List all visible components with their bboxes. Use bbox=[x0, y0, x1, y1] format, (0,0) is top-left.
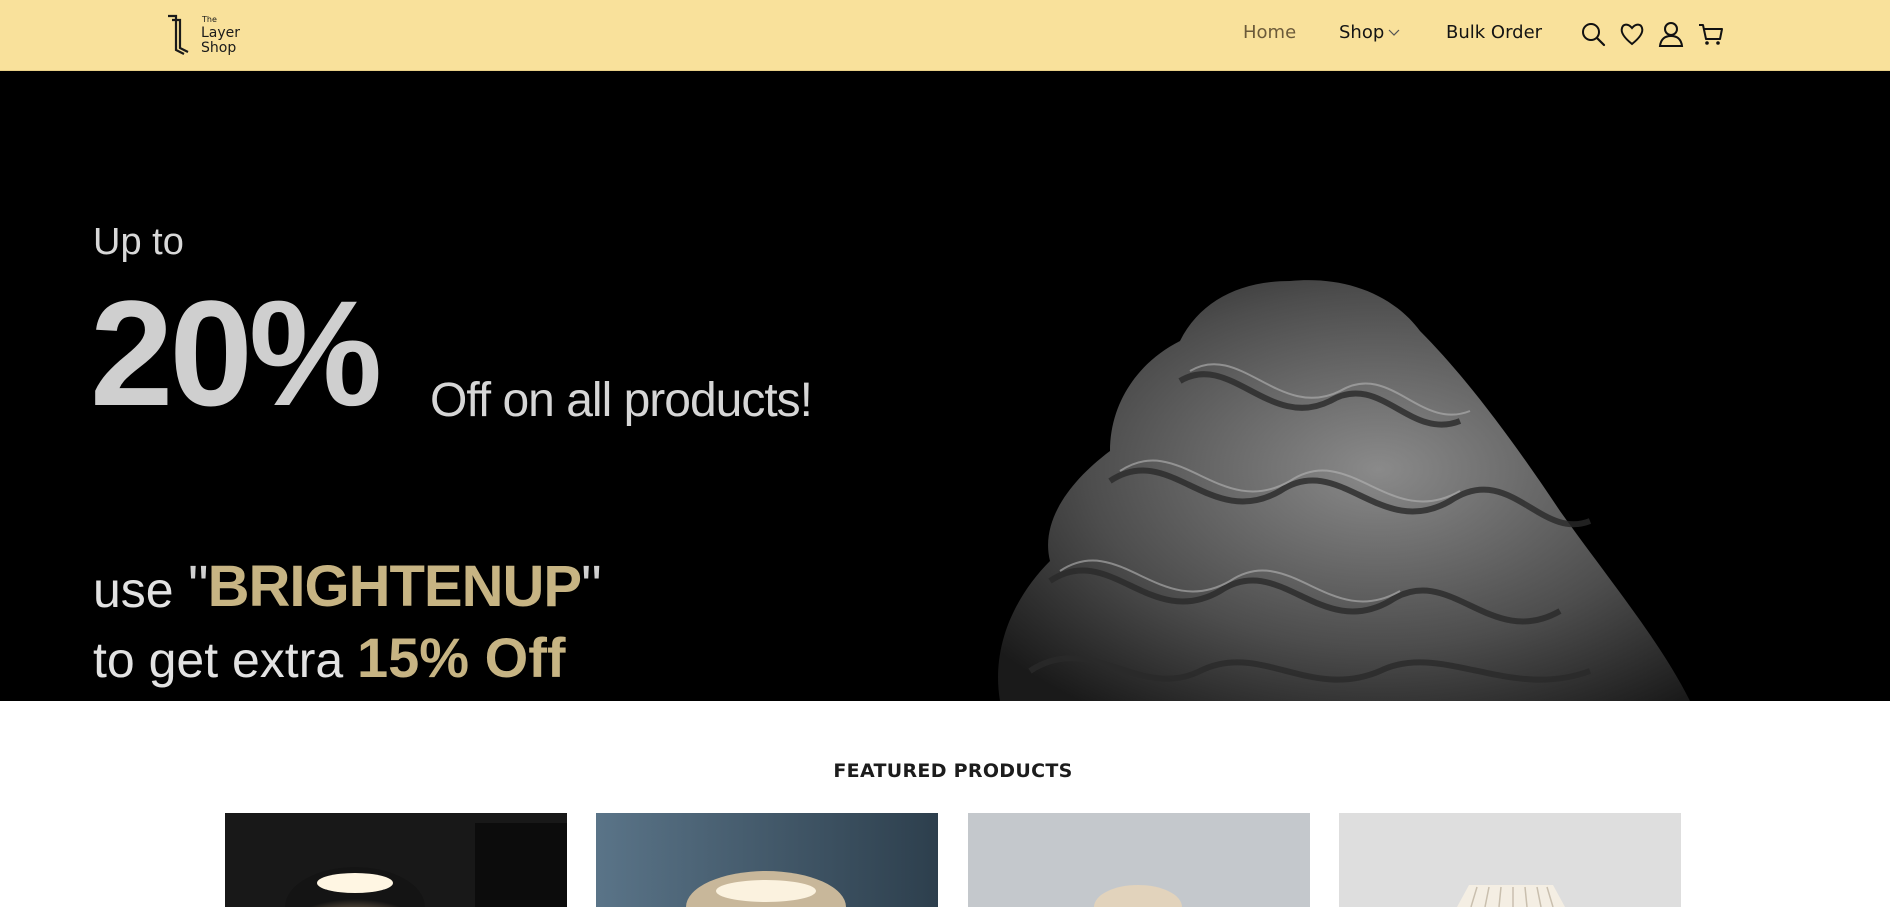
site-header: The Layer Shop Home Shop Bulk Order bbox=[0, 0, 1890, 71]
nav-shop[interactable]: Shop bbox=[1339, 22, 1400, 48]
logo-shop: Shop bbox=[201, 40, 237, 56]
product-image bbox=[225, 813, 567, 907]
nav-home[interactable]: Home bbox=[1243, 22, 1296, 48]
promo-close-quote: " bbox=[581, 554, 602, 619]
logo-text: The Layer Shop bbox=[201, 15, 241, 56]
product-image bbox=[596, 813, 938, 907]
product-card[interactable] bbox=[1339, 813, 1681, 907]
product-image bbox=[968, 813, 1310, 907]
chevron-down-icon bbox=[1388, 29, 1400, 36]
logo-mark-icon bbox=[168, 14, 189, 55]
hero-vase-image bbox=[998, 280, 1690, 701]
product-card[interactable] bbox=[596, 813, 938, 907]
nav-bulk-order-label: Bulk Order bbox=[1446, 22, 1543, 43]
product-card[interactable] bbox=[968, 813, 1310, 907]
search-icon[interactable] bbox=[1579, 20, 1607, 48]
hero-extra-value: 15% Off bbox=[357, 626, 566, 689]
site-logo[interactable]: The Layer Shop bbox=[166, 14, 246, 56]
user-icon[interactable] bbox=[1657, 20, 1685, 48]
hero-use-text: use bbox=[93, 562, 174, 618]
product-image bbox=[1339, 813, 1681, 907]
hero-promo-code: "BRIGHTENUP" bbox=[188, 553, 602, 620]
hero-off-text: Off on all products! bbox=[430, 374, 813, 427]
cart-icon[interactable] bbox=[1697, 20, 1725, 48]
nav-home-label: Home bbox=[1243, 22, 1297, 43]
featured-products-title: FEATURED PRODUCTS bbox=[833, 760, 1073, 782]
heart-icon[interactable] bbox=[1618, 20, 1646, 48]
hero-extra-text: to get extra bbox=[93, 632, 344, 688]
promo-open-quote: " bbox=[188, 554, 209, 619]
promo-code-value: BRIGHTENUP bbox=[207, 554, 582, 619]
hero-up-to: Up to bbox=[93, 221, 184, 263]
product-card[interactable] bbox=[225, 813, 567, 907]
logo-the: The bbox=[202, 15, 217, 24]
nav-bulk-order[interactable]: Bulk Order bbox=[1446, 22, 1542, 48]
nav-shop-label: Shop bbox=[1339, 22, 1385, 43]
hero-banner[interactable]: Up to 20% Off on all products! use "BRIG… bbox=[0, 71, 1890, 701]
logo-layer: Layer bbox=[201, 25, 241, 41]
hero-discount-percent: 20% bbox=[90, 269, 382, 437]
